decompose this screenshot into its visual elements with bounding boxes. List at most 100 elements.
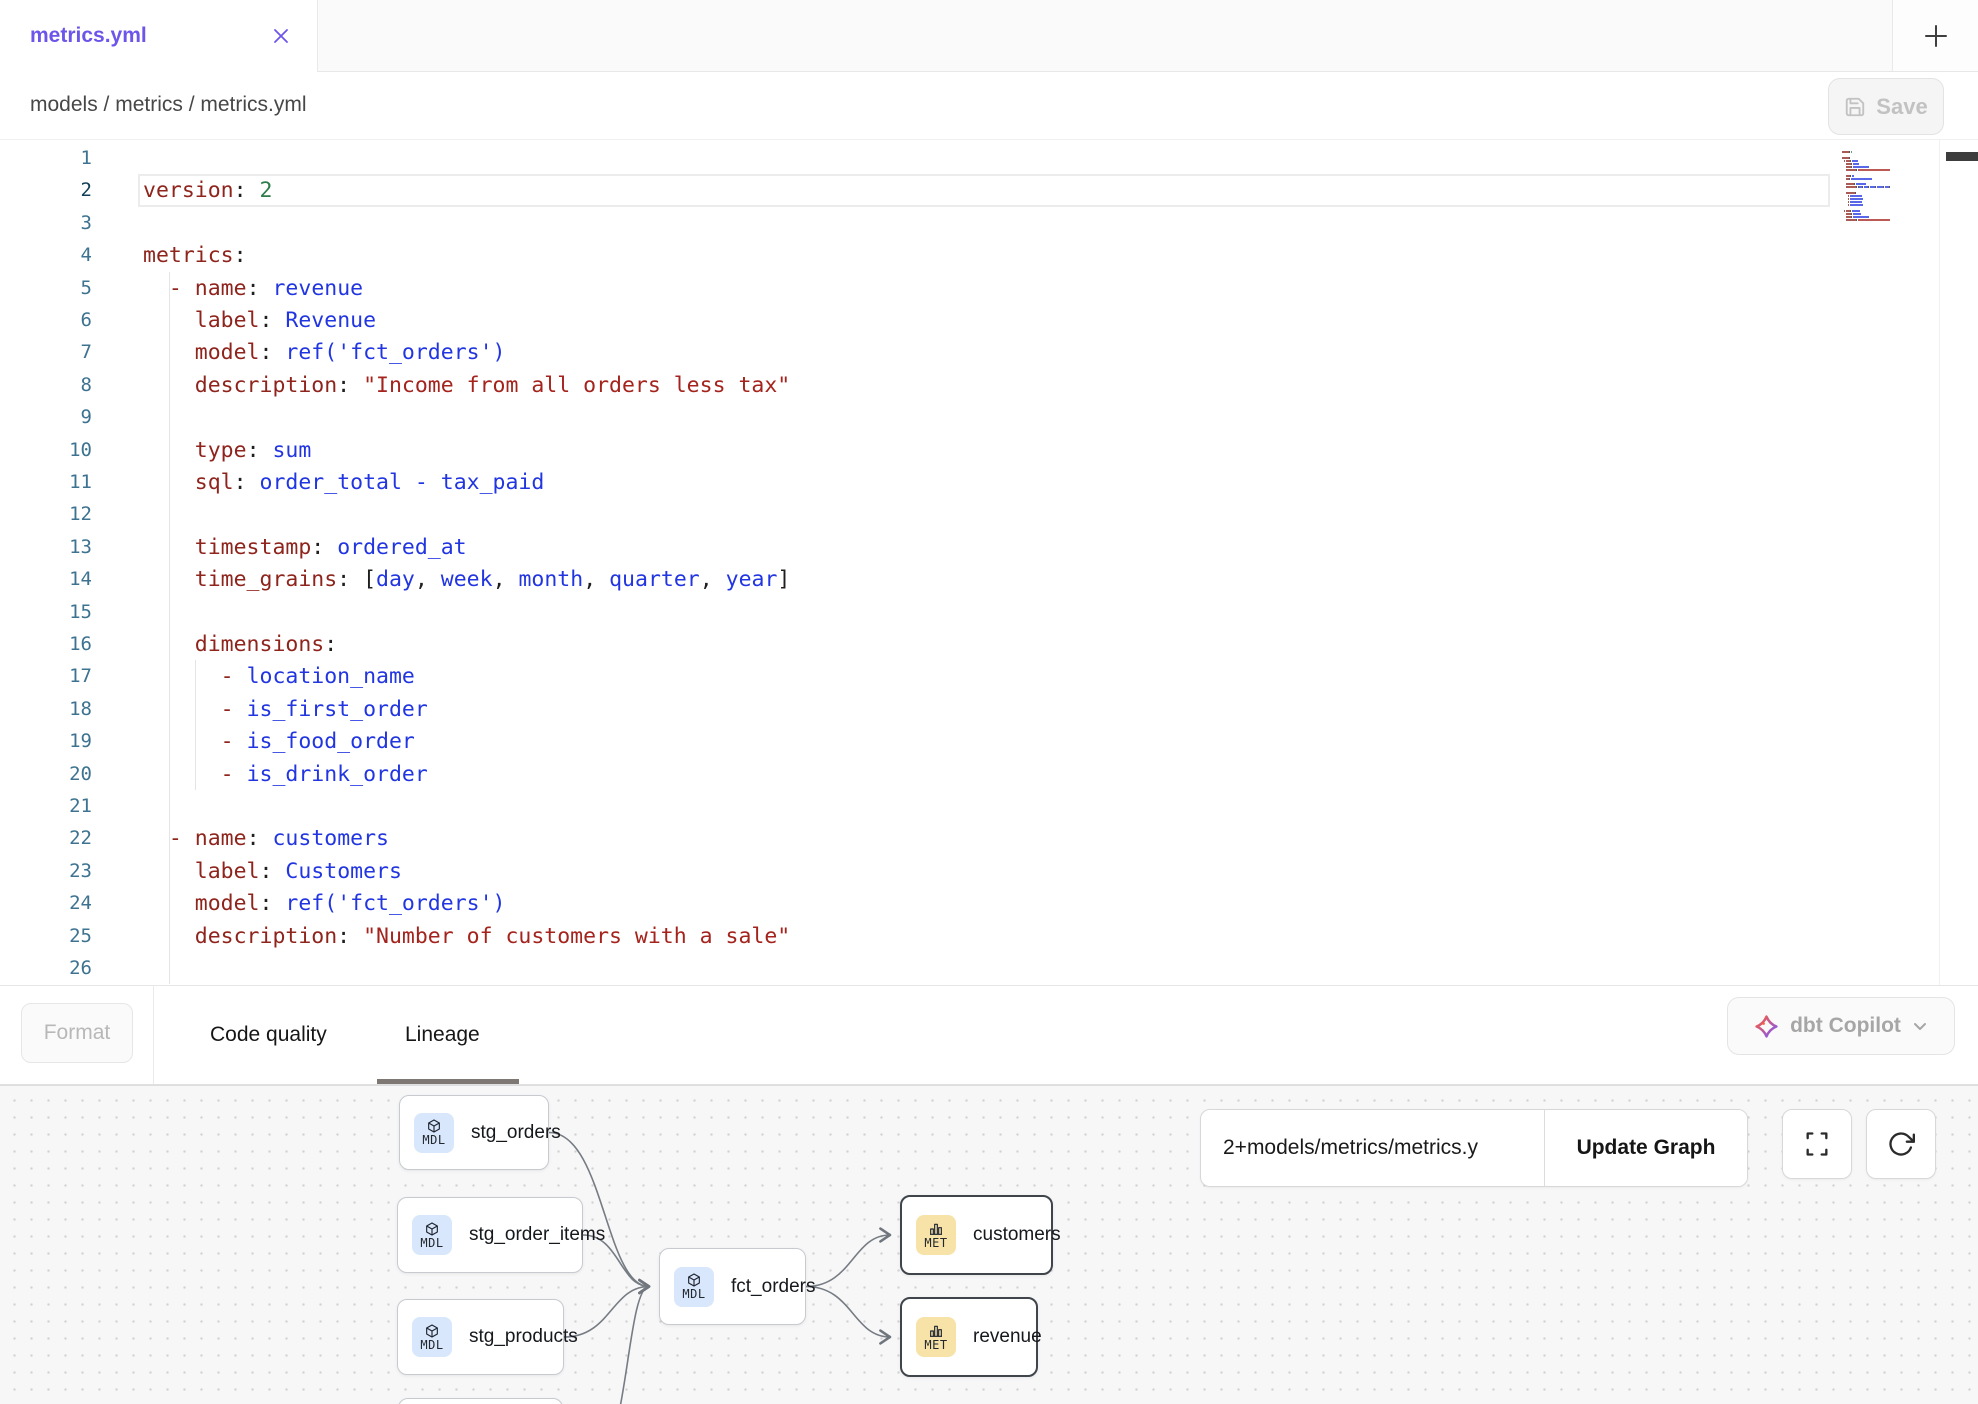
line-number: 22: [0, 822, 92, 855]
fullscreen-button[interactable]: [1782, 1109, 1852, 1179]
node-label: revenue: [973, 1326, 1042, 1348]
code-line[interactable]: model: ref('fct_orders'): [143, 887, 505, 920]
line-number: 4: [0, 239, 92, 272]
model-cube-icon: [426, 1118, 442, 1134]
save-icon: [1844, 96, 1866, 118]
node-badge: MET: [916, 1317, 956, 1357]
line-number: 5: [0, 272, 92, 305]
code-line[interactable]: - location_name: [143, 660, 415, 693]
line-number: 14: [0, 563, 92, 596]
lineage-panel[interactable]: MDLstg_ordersMDLstg_order_itemsMDLstg_pr…: [0, 1085, 1978, 1404]
line-number: 1: [0, 142, 92, 175]
line-number: 6: [0, 304, 92, 337]
update-graph-label: Update Graph: [1577, 1136, 1716, 1160]
lineage-node-customers[interactable]: METcustomers: [900, 1195, 1053, 1275]
chevron-down-icon: [1912, 1018, 1928, 1034]
save-button[interactable]: Save: [1828, 78, 1944, 135]
editor-bottom-bar: Format Code quality Lineage dbt Copilot: [0, 985, 1978, 1085]
code-line[interactable]: - is_drink_order: [143, 758, 428, 791]
lineage-selector-input[interactable]: [1201, 1110, 1544, 1186]
refresh-icon: [1887, 1130, 1915, 1158]
line-number: 7: [0, 336, 92, 369]
node-label: stg_orders: [471, 1122, 561, 1144]
code-line[interactable]: model: ref('fct_orders'): [143, 336, 505, 369]
code-editor[interactable]: 1234567891011121314151617181920212223242…: [0, 140, 1940, 985]
node-badge: MET: [916, 1215, 956, 1255]
model-cube-icon: [424, 1323, 440, 1339]
code-line[interactable]: sql: order_total - tax_paid: [143, 466, 544, 499]
code-line[interactable]: type: sum: [143, 434, 311, 467]
node-label: customers: [973, 1224, 1061, 1246]
lineage-node-stg_orders[interactable]: MDLstg_orders: [399, 1095, 549, 1170]
code-line[interactable]: version: 2: [143, 174, 272, 207]
lineage-node-stg_order_items[interactable]: MDLstg_order_items: [397, 1197, 583, 1273]
code-line[interactable]: label: Customers: [143, 855, 402, 888]
file-header: models / metrics / metrics.yml Save: [0, 72, 1978, 140]
node-badge: MDL: [414, 1113, 454, 1153]
code-line[interactable]: - is_first_order: [143, 693, 428, 726]
code-line[interactable]: timestamp: ordered_at: [143, 531, 467, 564]
line-number: 3: [0, 207, 92, 240]
current-line-highlight: [138, 174, 1830, 207]
tab-code-quality[interactable]: Code quality: [210, 986, 327, 1084]
lineage-node-fct_orders[interactable]: MDLfct_orders: [659, 1248, 806, 1325]
line-number: 9: [0, 401, 92, 434]
lineage-node-stg_products[interactable]: MDLstg_products: [397, 1299, 564, 1375]
node-badge-label: MDL: [422, 1134, 445, 1147]
line-number: 24: [0, 887, 92, 920]
dbt-copilot-button[interactable]: dbt Copilot: [1727, 997, 1955, 1055]
node-badge-label: MET: [924, 1237, 947, 1250]
metric-chart-icon: [928, 1221, 944, 1237]
scroll-position-marker[interactable]: [1946, 152, 1978, 161]
node-label: stg_order_items: [469, 1224, 605, 1246]
line-number: 25: [0, 920, 92, 953]
format-button[interactable]: Format: [21, 1003, 133, 1063]
minimap-line: [1842, 167, 1890, 170]
node-label: fct_orders: [731, 1276, 815, 1298]
new-tab-button[interactable]: [1892, 0, 1978, 71]
lineage-node-revenue[interactable]: METrevenue: [900, 1297, 1038, 1377]
code-line[interactable]: - is_food_order: [143, 725, 415, 758]
dbt-copilot-icon: [1754, 1014, 1779, 1039]
line-number: 10: [0, 434, 92, 467]
node-label: stg_products: [469, 1326, 578, 1348]
tab-lineage-label: Lineage: [405, 1023, 480, 1047]
line-number: 23: [0, 855, 92, 888]
minimap-line: [1842, 149, 1852, 152]
metric-chart-icon: [928, 1323, 944, 1339]
line-number: 12: [0, 498, 92, 531]
lineage-node-stg_hidden[interactable]: MDL: [398, 1398, 563, 1404]
code-line[interactable]: dimensions:: [143, 628, 337, 661]
node-badge-label: MDL: [420, 1237, 443, 1250]
line-number: 17: [0, 660, 92, 693]
plus-icon: [1923, 23, 1949, 49]
tab-lineage[interactable]: Lineage: [405, 986, 480, 1084]
node-badge: MDL: [674, 1267, 714, 1307]
tab-metrics-yml[interactable]: metrics.yml: [0, 0, 318, 72]
code-line[interactable]: label: Revenue: [143, 304, 376, 337]
line-number: 19: [0, 725, 92, 758]
active-tab-underline: [377, 1079, 519, 1084]
breadcrumb: models / metrics / metrics.yml: [30, 93, 307, 117]
code-line[interactable]: - name: revenue: [143, 272, 363, 305]
code-line[interactable]: description: "Income from all orders les…: [143, 369, 790, 402]
line-number: 13: [0, 531, 92, 564]
lineage-edge-stg_hidden-to-fct_orders: [600, 1287, 649, 1404]
refresh-button[interactable]: [1866, 1109, 1936, 1179]
close-tab-icon[interactable]: [271, 26, 291, 46]
node-badge-label: MDL: [682, 1288, 705, 1301]
minimap[interactable]: [1842, 146, 1938, 256]
line-number: 2: [0, 174, 92, 207]
code-line[interactable]: - name: customers: [143, 822, 389, 855]
code-line[interactable]: metrics:: [143, 239, 247, 272]
save-label: Save: [1876, 94, 1927, 120]
line-number: 11: [0, 466, 92, 499]
update-graph-button[interactable]: Update Graph: [1545, 1110, 1747, 1186]
node-badge: MDL: [412, 1215, 452, 1255]
code-line[interactable]: time_grains: [day, week, month, quarter,…: [143, 563, 790, 596]
minimap-line: [1842, 176, 1872, 179]
minimap-line: [1842, 184, 1890, 187]
line-number: 21: [0, 790, 92, 823]
line-number: 15: [0, 596, 92, 629]
code-line[interactable]: description: "Number of customers with a…: [143, 920, 790, 953]
